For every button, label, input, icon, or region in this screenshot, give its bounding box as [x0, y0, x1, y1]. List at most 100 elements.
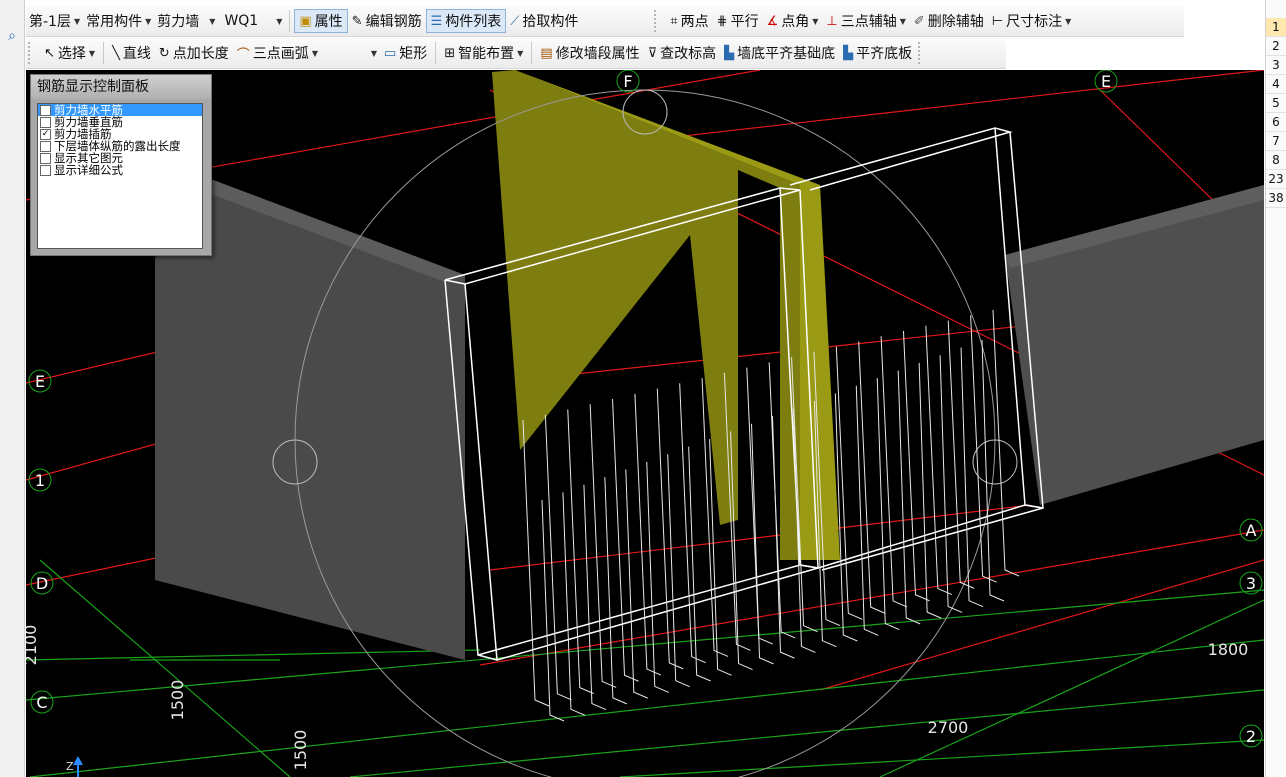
align-slab-label: 平齐底板 — [856, 46, 913, 62]
smart-layout-button[interactable]: ⊞ 智能布置 ▼ — [440, 41, 527, 65]
toolbar-grip[interactable] — [918, 42, 926, 64]
dimension-label: 2700 — [928, 718, 969, 737]
three-point-arc-label: 三点画弧 — [252, 46, 309, 62]
list-item[interactable]: 1 — [1266, 18, 1286, 37]
rebar-display-panel[interactable]: 钢筋显示控制面板 剪力墙水平筋 剪力墙垂直筋 ✓ 剪力墙插筋 下层墙体纵筋的露出长… — [30, 74, 212, 256]
grid-line — [26, 589, 1264, 701]
axis-label-a: A — [1246, 521, 1257, 540]
dimension-label: 2100 — [26, 625, 40, 666]
list-item[interactable]: 8 — [1266, 151, 1286, 170]
property-icon: ▣ — [299, 13, 312, 29]
modify-wall-segment-button[interactable]: ▤ 修改墙段属性 — [536, 41, 643, 65]
dimension-label: 1800 — [1208, 640, 1249, 659]
check-elevation-button[interactable]: ⊽ 查改标高 — [644, 41, 721, 65]
point-length-label: 点加长度 — [172, 46, 229, 62]
type-dropdown[interactable]: 剪力墙 ▼ — [154, 9, 218, 33]
align-base-icon: ▙ — [724, 45, 735, 61]
property-button[interactable]: ▣ 属性 — [294, 9, 348, 33]
line-button[interactable]: ╲ 直线 — [108, 41, 155, 65]
three-point-axis-icon: ⊥ — [826, 13, 838, 29]
chevron-down-icon: ▼ — [73, 16, 81, 26]
category-label: 常用构件 — [86, 14, 143, 30]
checkbox-checked[interactable]: ✓ — [40, 128, 51, 140]
checkbox[interactable] — [40, 140, 51, 152]
arc-icon: ⌒ — [236, 47, 250, 63]
rectangle-icon: ▭ — [383, 45, 397, 61]
align-slab-icon: ▙ — [843, 45, 854, 61]
smart-layout-label: 智能布置 — [458, 46, 515, 62]
component-list-label: 构件列表 — [445, 14, 502, 30]
line-icon: ╲ — [112, 45, 120, 61]
edit-rebar-button[interactable]: ✎ 编辑钢筋 — [348, 9, 426, 33]
axis-label-2: 2 — [1246, 727, 1256, 746]
point-angle-label: 点角 — [781, 14, 810, 30]
list-item[interactable]: 4 — [1266, 75, 1286, 94]
chevron-down-icon: ▼ — [899, 16, 906, 26]
rebar — [562, 492, 586, 716]
select-button[interactable]: ↖ 选择 ▼ — [40, 41, 99, 65]
type-label: 剪力墙 — [157, 14, 200, 30]
rebar — [897, 370, 921, 625]
two-points-button[interactable]: ⌗ 两点 — [666, 9, 712, 33]
align-base-button[interactable]: ▙ 墙底平齐基础底 — [720, 41, 839, 65]
list-item[interactable]: 7 — [1266, 132, 1286, 151]
panel-item-detailed-formula[interactable]: 显示详细公式 — [38, 164, 202, 176]
panel-title[interactable]: 钢筋显示控制面板 — [31, 75, 211, 99]
line-label: 直线 — [122, 46, 151, 62]
rebar — [880, 336, 908, 608]
align-base-label: 墙底平齐基础底 — [737, 46, 836, 62]
search-icon[interactable]: ⌕ — [2, 26, 22, 46]
panel-list: 剪力墙水平筋 剪力墙垂直筋 ✓ 剪力墙插筋 下层墙体纵筋的露出长度 显示其它图元 … — [37, 103, 203, 249]
cursor-icon: ↖ — [44, 45, 55, 61]
axis-label-e: E — [35, 372, 45, 391]
chevron-down-icon: ▼ — [209, 16, 216, 26]
axis-indicator: Z — [66, 756, 83, 777]
point-length-button[interactable]: ↻ 点加长度 — [155, 41, 233, 65]
rebar — [970, 315, 997, 583]
dimension-label: 尺寸标注 — [1006, 14, 1063, 30]
toolbar-grip[interactable] — [28, 42, 36, 64]
list-item[interactable]: 2 — [1266, 37, 1286, 56]
three-point-axis-button[interactable]: ⊥ 三点辅轴 ▼ — [822, 9, 909, 33]
rebar — [679, 383, 706, 664]
dimension-label: 1500 — [291, 730, 310, 771]
dimension-button[interactable]: ⊢ 尺寸标注 ▼ — [988, 9, 1075, 33]
chevron-down-icon: ▼ — [370, 48, 377, 58]
point-length-icon: ↻ — [158, 45, 170, 61]
axis-label-d: D — [36, 574, 48, 593]
pick-component-button[interactable]: ⟋ 拾取构件 — [506, 9, 582, 33]
grid-line — [489, 504, 1031, 571]
checkbox[interactable] — [40, 104, 51, 116]
parallel-button[interactable]: ⋕ 平行 — [713, 9, 763, 33]
name-dropdown[interactable]: WQ1 ▼ — [218, 9, 285, 33]
arc-option-dropdown[interactable]: ▼ — [322, 41, 380, 65]
list-item[interactable]: 3 — [1266, 56, 1286, 75]
floor-dropdown[interactable]: 第-1层 ▼ — [26, 9, 83, 33]
point-angle-button[interactable]: ∡ 点角 ▼ — [763, 9, 823, 33]
component-list-button[interactable]: ☰ 构件列表 — [425, 9, 507, 33]
checkbox[interactable] — [40, 152, 51, 164]
category-dropdown[interactable]: 常用构件 ▼ — [83, 9, 154, 33]
toolbar-grip[interactable] — [654, 10, 662, 32]
chevron-down-icon: ▼ — [1065, 16, 1072, 26]
checkbox[interactable] — [40, 116, 51, 128]
list-item[interactable]: 5 — [1266, 94, 1286, 113]
chevron-down-icon: ▼ — [145, 16, 152, 26]
list-item[interactable]: 6 — [1266, 113, 1286, 132]
delete-axis-label: 删除辅轴 — [927, 14, 984, 30]
axis-label-f: F — [623, 72, 632, 91]
wireframe-edge — [817, 504, 1044, 571]
list-item[interactable]: 23 — [1266, 170, 1286, 189]
delete-axis-button[interactable]: ✐ 删除辅轴 — [910, 9, 988, 33]
dimensions: 2100 1500 1500 2700 1800 — [26, 625, 1248, 771]
checkbox[interactable] — [40, 164, 51, 176]
edit-rebar-icon: ✎ — [351, 13, 363, 29]
select-label: 选择 — [57, 46, 86, 62]
separator — [435, 42, 437, 64]
rectangle-button[interactable]: ▭ 矩形 — [380, 41, 431, 65]
rebar — [835, 346, 863, 620]
three-point-arc-button[interactable]: ⌒ 三点画弧 ▼ — [233, 41, 322, 65]
toolbar-draw: ↖ 选择 ▼ ╲ 直线 ↻ 点加长度 ⌒ 三点画弧 ▼ ▼ ▭ 矩形 ⊞ 智能布置 ▼ ▤ 修改墙段… — [26, 38, 1006, 69]
list-item[interactable]: 38 — [1266, 189, 1286, 208]
align-slab-button[interactable]: ▙ 平齐底板 — [839, 41, 916, 65]
